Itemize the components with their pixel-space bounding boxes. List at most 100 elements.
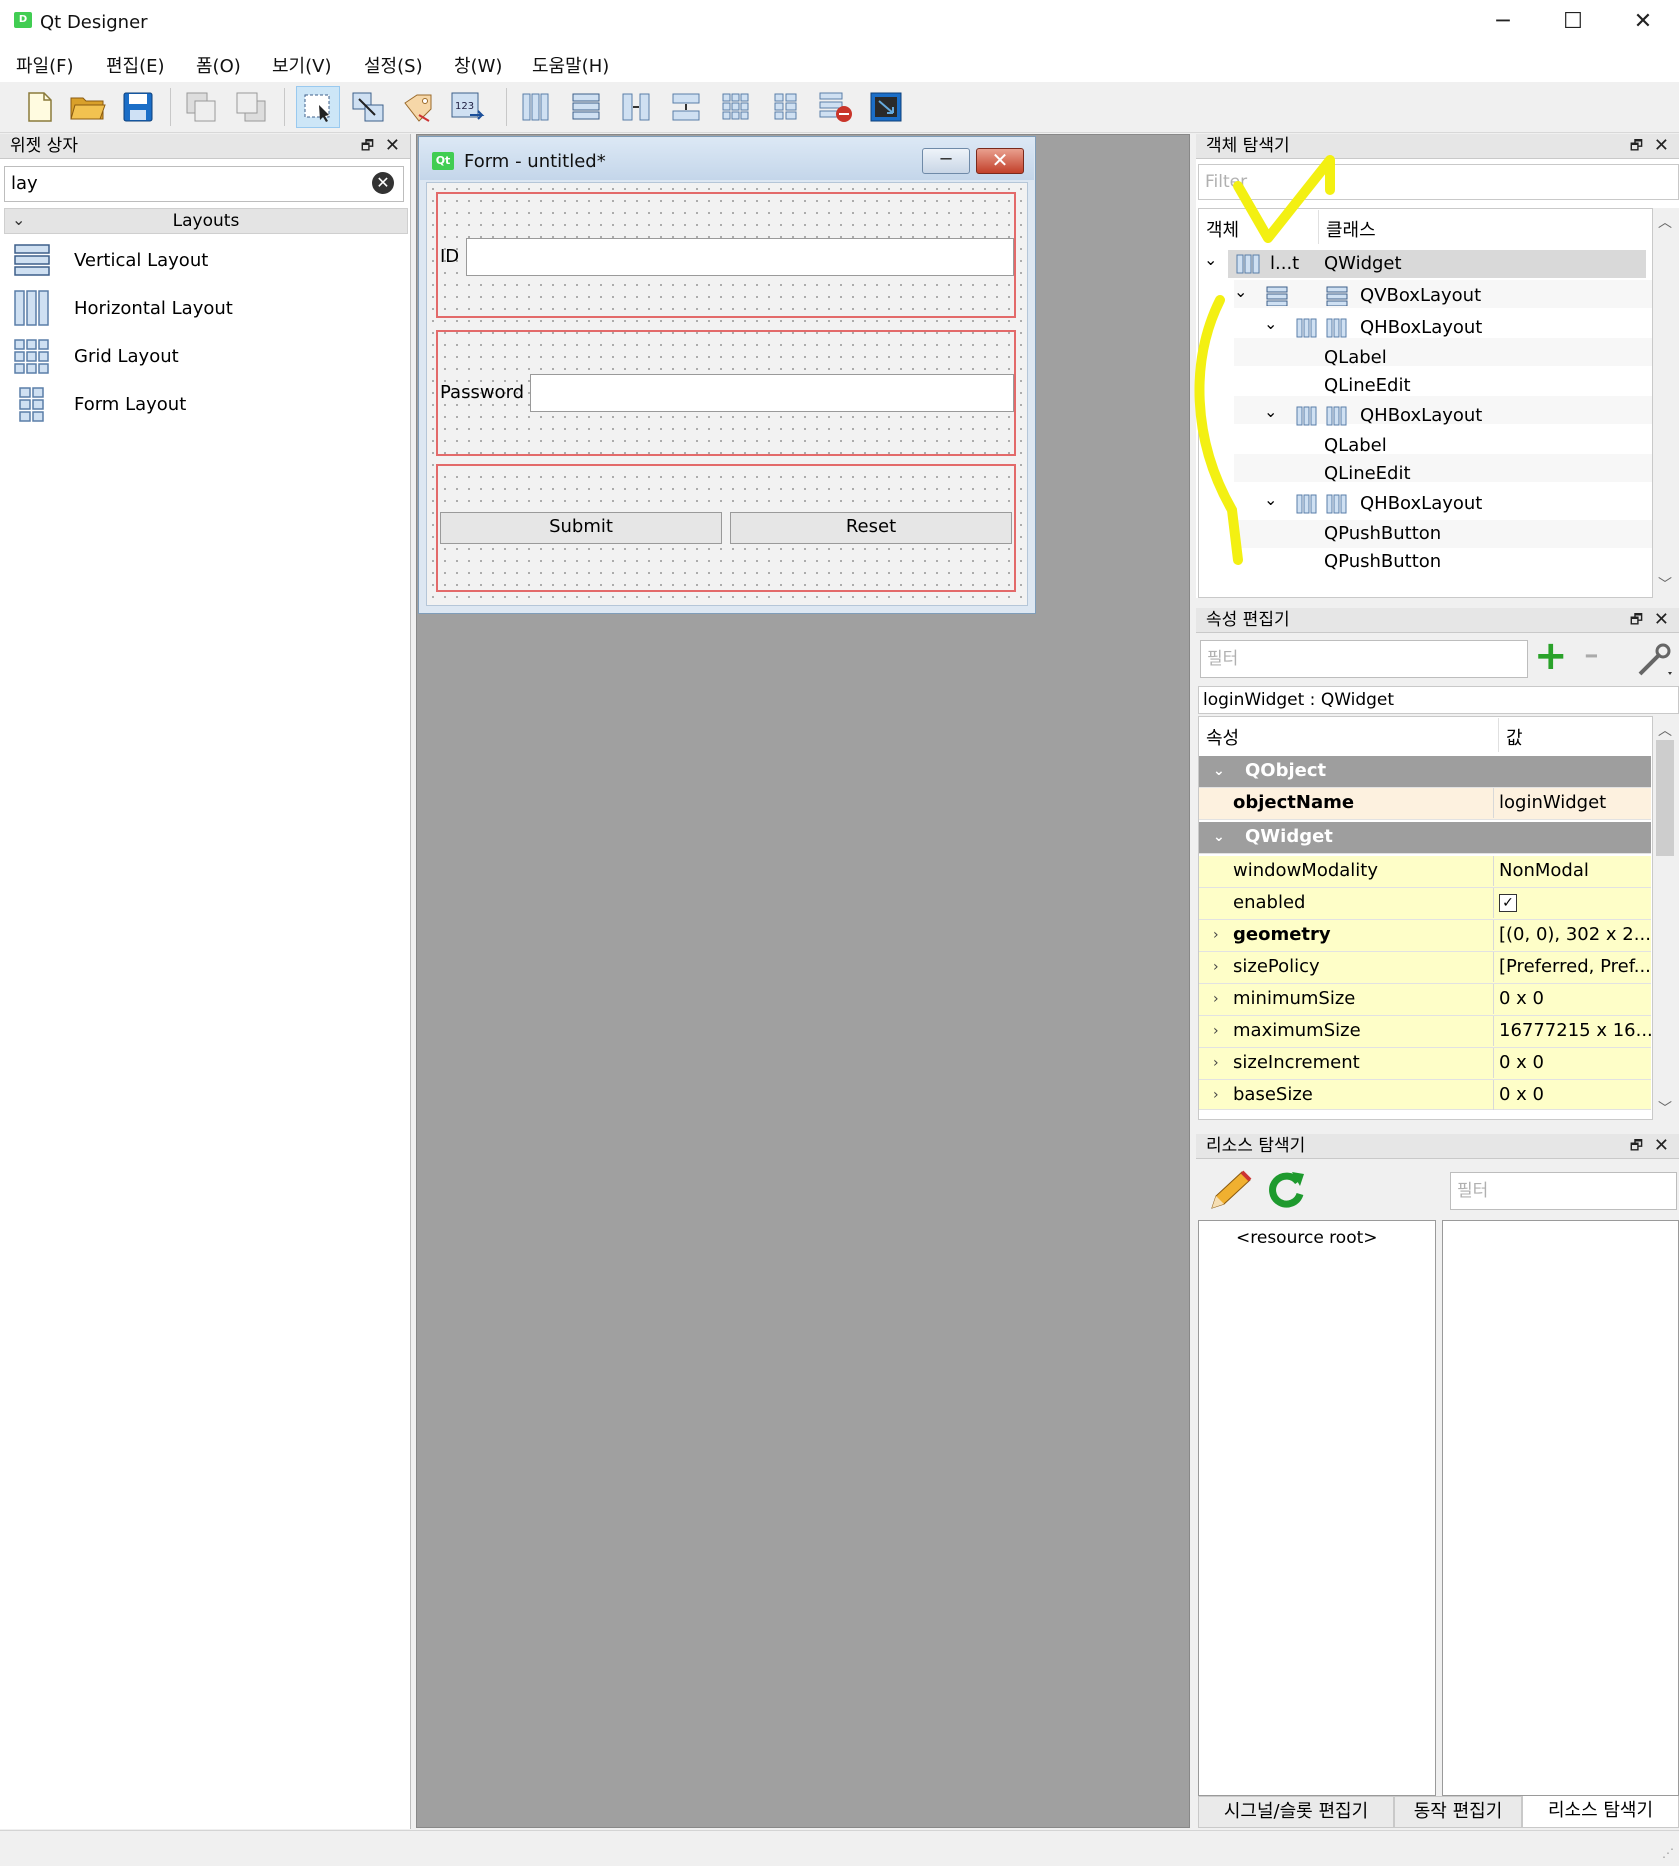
edit-tab-order-icon[interactable]: 123 [446, 86, 490, 128]
enabled-checkbox[interactable]: ✓ [1499, 894, 1517, 912]
pencil-icon[interactable] [1206, 1168, 1254, 1217]
widget-item-horizontal-layout[interactable]: Horizontal Layout [12, 288, 233, 328]
property-group-qobject[interactable]: ⌄ QObject [1199, 756, 1651, 788]
form-minimize-button[interactable]: ─ [922, 148, 970, 174]
tree-class-qvboxlayout[interactable]: QVBoxLayout [1360, 282, 1481, 310]
property-value[interactable]: [Preferred, Pref... [1499, 952, 1651, 982]
open-form-icon[interactable] [66, 86, 110, 128]
widget-item-grid-layout[interactable]: Grid Layout [12, 336, 179, 376]
tree-class-qhboxlayout[interactable]: QHBoxLayout [1360, 314, 1482, 342]
scrollbar-thumb[interactable] [1656, 740, 1674, 856]
chevron-down-icon[interactable]: ⌄ [12, 210, 25, 229]
layout-form-icon[interactable] [764, 86, 808, 128]
break-layout-icon[interactable] [814, 86, 858, 128]
edit-buddies-icon[interactable] [396, 86, 440, 128]
tab-action-editor[interactable]: 동작 편집기 [1394, 1796, 1522, 1828]
property-row-enabled[interactable]: enabled ✓ [1199, 888, 1651, 920]
menu-settings[interactable]: 설정(S) [364, 52, 423, 78]
tree-class-qhboxlayout[interactable]: QHBoxLayout [1360, 490, 1482, 518]
layout-vertical-icon[interactable] [564, 86, 608, 128]
layout-h-splitter-icon[interactable] [614, 86, 658, 128]
remove-dynamic-property-icon[interactable]: ━ [1586, 646, 1597, 667]
property-row-minimumsize[interactable]: › minimumSize 0 x 0 [1199, 984, 1651, 1016]
property-value[interactable]: 0 x 0 [1499, 1080, 1544, 1110]
chevron-down-icon[interactable]: ⌄ [1213, 756, 1225, 786]
password-label[interactable]: Password [440, 382, 524, 403]
adjust-size-icon[interactable] [864, 86, 908, 128]
scroll-up-icon[interactable]: ︿ [1658, 720, 1672, 740]
add-dynamic-property-icon[interactable]: + [1534, 636, 1568, 676]
send-back-icon[interactable] [230, 86, 274, 128]
widget-item-form-layout[interactable]: Form Layout [12, 384, 186, 424]
column-header-value[interactable]: 값 [1506, 724, 1523, 750]
property-row-sizeincrement[interactable]: › sizeIncrement 0 x 0 [1199, 1048, 1651, 1080]
chevron-right-icon[interactable]: › [1213, 1080, 1219, 1110]
close-dock-icon[interactable]: ✕ [385, 134, 400, 158]
widget-item-vertical-layout[interactable]: Vertical Layout [12, 240, 208, 280]
property-row-sizepolicy[interactable]: › sizePolicy [Preferred, Pref... [1199, 952, 1651, 984]
property-filter-input[interactable]: 필터 [1200, 640, 1528, 678]
maximize-window-button[interactable]: ☐ [1538, 0, 1608, 46]
bring-front-icon[interactable] [180, 86, 224, 128]
float-dock-icon[interactable]: 🗗 [1630, 134, 1643, 158]
menu-window[interactable]: 창(W) [454, 52, 502, 78]
id-label[interactable]: ID [440, 246, 459, 267]
property-value[interactable]: 16777215 x 16... [1499, 1016, 1653, 1046]
property-value[interactable]: 0 x 0 [1499, 984, 1544, 1014]
property-row-geometry[interactable]: › geometry [(0, 0), 302 x 2... [1199, 920, 1651, 952]
layout-v-splitter-icon[interactable] [664, 86, 708, 128]
id-line-edit[interactable] [466, 238, 1014, 276]
menu-help[interactable]: 도움말(H) [532, 52, 609, 78]
property-group-qwidget[interactable]: ⌄ QWidget [1199, 822, 1651, 854]
submit-button[interactable]: Submit [440, 512, 722, 544]
new-form-icon[interactable] [18, 86, 62, 128]
clear-search-icon[interactable]: ✕ [372, 172, 394, 194]
category-layouts-header[interactable]: Layouts [4, 208, 408, 234]
widget-search-input[interactable]: lay [4, 166, 404, 202]
menu-file[interactable]: 파일(F) [16, 52, 74, 78]
scroll-up-icon[interactable]: ︿ [1658, 212, 1672, 232]
form-close-button[interactable]: ✕ [976, 148, 1024, 174]
property-value[interactable]: loginWidget [1499, 788, 1606, 818]
edit-signals-slots-icon[interactable] [346, 86, 390, 128]
edit-widgets-icon[interactable] [296, 86, 340, 128]
property-value[interactable]: 0 x 0 [1499, 1048, 1544, 1078]
resource-list[interactable] [1442, 1220, 1679, 1796]
tree-class-qhboxlayout[interactable]: QHBoxLayout [1360, 402, 1482, 430]
wrench-icon[interactable] [1634, 642, 1674, 683]
scroll-down-icon[interactable]: ﹀ [1658, 574, 1672, 594]
resize-grip-icon[interactable]: ⋰ [1662, 1846, 1674, 1860]
menu-edit[interactable]: 편집(E) [106, 52, 165, 78]
close-window-button[interactable]: ✕ [1608, 0, 1678, 46]
chevron-right-icon[interactable]: › [1213, 920, 1219, 950]
float-dock-icon[interactable]: 🗗 [1630, 608, 1643, 632]
save-form-icon[interactable] [116, 86, 160, 128]
property-row-maximumsize[interactable]: › maximumSize 16777215 x 16... [1199, 1016, 1653, 1048]
float-dock-icon[interactable]: 🗗 [361, 134, 374, 158]
property-row-basesize[interactable]: › baseSize 0 x 0 [1199, 1080, 1651, 1110]
close-dock-icon[interactable]: ✕ [1654, 608, 1669, 632]
object-tree-scrollbar[interactable] [1653, 208, 1679, 598]
chevron-right-icon[interactable]: › [1213, 1016, 1219, 1046]
resource-filter-input[interactable]: 필터 [1450, 1172, 1677, 1210]
resource-root-item[interactable]: <resource root> [1236, 1228, 1378, 1248]
password-line-edit[interactable] [530, 374, 1014, 412]
tab-resource-browser[interactable]: 리소스 탐색기 [1522, 1796, 1679, 1828]
column-header-property[interactable]: 속성 [1206, 724, 1239, 750]
property-value[interactable]: NonModal [1499, 856, 1589, 886]
scroll-down-icon[interactable]: ﹀ [1658, 1098, 1672, 1118]
menu-view[interactable]: 보기(V) [272, 52, 331, 78]
chevron-down-icon[interactable]: ⌄ [1213, 822, 1225, 852]
property-row-objectname[interactable]: objectName loginWidget [1199, 788, 1651, 820]
close-dock-icon[interactable]: ✕ [1654, 1134, 1669, 1158]
layout-horizontal-icon[interactable] [514, 86, 558, 128]
tab-signal-slot-editor[interactable]: 시그널/슬롯 편집기 [1198, 1796, 1394, 1828]
menu-form[interactable]: 폼(O) [196, 52, 241, 78]
property-value[interactable]: [(0, 0), 302 x 2... [1499, 920, 1651, 950]
chevron-right-icon[interactable]: › [1213, 1048, 1219, 1078]
minimize-window-button[interactable]: ─ [1468, 0, 1538, 46]
chevron-right-icon[interactable]: › [1213, 984, 1219, 1014]
property-row-windowmodality[interactable]: windowModality NonModal [1199, 856, 1651, 888]
chevron-right-icon[interactable]: › [1213, 952, 1219, 982]
layout-grid-icon[interactable] [714, 86, 758, 128]
